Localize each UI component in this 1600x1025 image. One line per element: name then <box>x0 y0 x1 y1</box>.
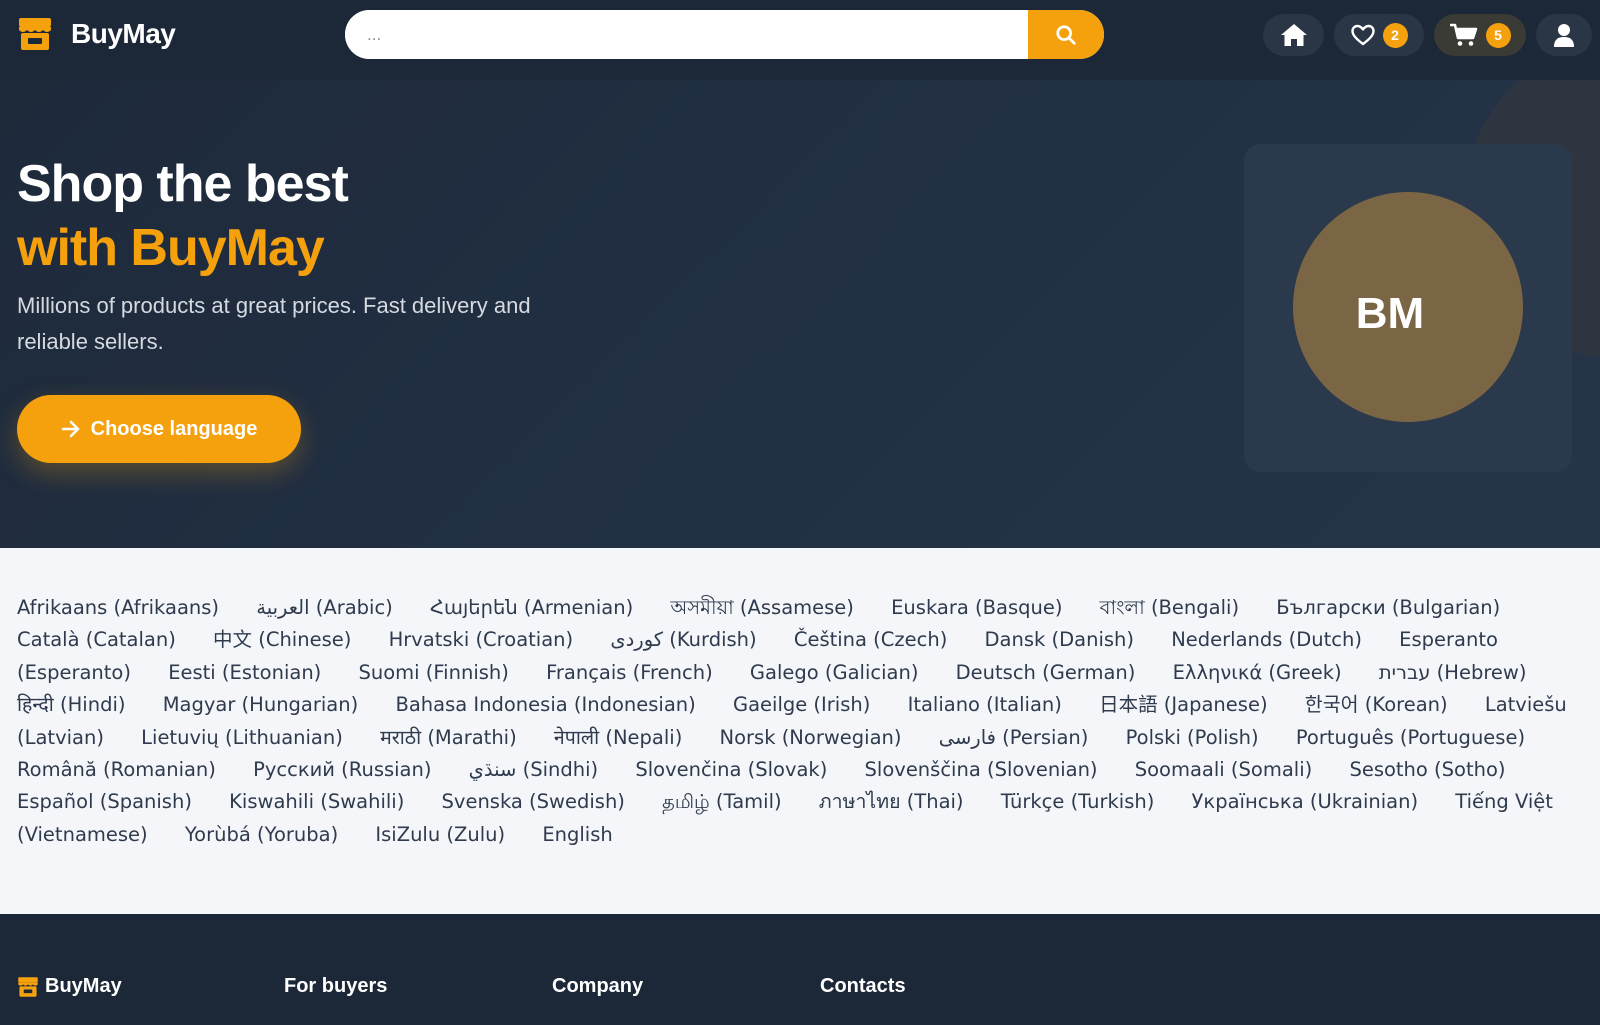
language-link[interactable]: मराठी (Marathi) <box>380 726 517 749</box>
language-link[interactable]: Deutsch (German) <box>956 661 1136 684</box>
language-link[interactable]: தமிழ் (Tamil) <box>662 790 781 813</box>
brand-link[interactable]: BuyMay <box>17 16 176 52</box>
brand-name: BuyMay <box>71 18 176 49</box>
language-link[interactable]: 中文 (Chinese) <box>213 628 351 651</box>
language-link[interactable]: Bahasa Indonesia (Indonesian) <box>395 693 695 716</box>
language-link[interactable]: Yorùbá (Yoruba) <box>185 823 338 846</box>
language-link[interactable]: বাংলা (Bengali) <box>1100 596 1239 619</box>
footer-heading-buyers: For buyers <box>284 975 388 997</box>
language-link[interactable]: English <box>542 823 612 846</box>
language-link[interactable]: Sesotho (Sotho) <box>1349 758 1505 781</box>
heart-icon <box>1350 24 1375 46</box>
language-link[interactable]: Magyar (Hungarian) <box>163 693 359 716</box>
language-section: Afrikaans (Afrikaans) العربية (Arabic) Հ… <box>0 548 1600 914</box>
arrow-right-icon <box>61 420 79 438</box>
store-logo-icon <box>18 976 38 997</box>
logo-initials: BM <box>1355 289 1425 338</box>
language-link[interactable]: Eesti (Estonian) <box>168 661 321 684</box>
search-button[interactable] <box>1028 10 1104 59</box>
language-link[interactable]: Slovenčina (Slovak) <box>635 758 827 781</box>
language-link[interactable]: فارسی (Persian) <box>939 726 1089 749</box>
hero-logo-card: BM <box>1244 144 1572 472</box>
language-link[interactable]: Soomaali (Somali) <box>1135 758 1312 781</box>
language-list: Afrikaans (Afrikaans) العربية (Arabic) Հ… <box>17 592 1583 851</box>
hero-section: Shop the best with BuyMay Millions of pr… <box>0 80 1600 548</box>
header-actions: 2 5 <box>1263 14 1592 56</box>
language-link[interactable]: کوردی (Kurdish) <box>610 628 756 651</box>
search-icon <box>1056 24 1076 45</box>
search-bar <box>345 10 1104 59</box>
language-link[interactable]: עברית (Hebrew) <box>1379 661 1527 684</box>
favorites-button[interactable]: 2 <box>1334 14 1424 56</box>
site-footer: BuyMay For buyers Company Contacts <box>0 914 1600 1025</box>
footer-brand[interactable]: BuyMay <box>17 975 122 998</box>
language-link[interactable]: Slovenščina (Slovenian) <box>865 758 1098 781</box>
language-link[interactable]: Italiano (Italian) <box>908 693 1062 716</box>
store-logo-icon <box>19 18 51 50</box>
language-link[interactable]: Afrikaans (Afrikaans) <box>17 596 219 619</box>
language-link[interactable]: سنڌي (Sindhi) <box>469 758 598 781</box>
language-link[interactable]: Türkçe (Turkish) <box>1001 790 1155 813</box>
language-link[interactable]: Română (Romanian) <box>17 758 216 781</box>
language-link[interactable]: Lietuvių (Lithuanian) <box>141 726 343 749</box>
language-link[interactable]: Հայերեն (Armenian) <box>430 596 633 619</box>
language-link[interactable]: Suomi (Finnish) <box>359 661 509 684</box>
choose-language-button[interactable]: Choose language <box>17 395 301 463</box>
language-link[interactable]: Euskara (Basque) <box>891 596 1062 619</box>
account-button[interactable] <box>1536 14 1592 56</box>
language-link[interactable]: Català (Catalan) <box>17 628 176 651</box>
cart-count-badge: 5 <box>1485 22 1511 48</box>
home-icon <box>1280 24 1307 46</box>
home-button[interactable] <box>1263 14 1324 56</box>
language-link[interactable]: Ελληνικά (Greek) <box>1173 661 1342 684</box>
language-link[interactable]: Nederlands (Dutch) <box>1171 628 1362 651</box>
brand-logo-circle: BM <box>1293 192 1523 422</box>
language-link[interactable]: Български (Bulgarian) <box>1276 596 1500 619</box>
hero-subtitle: Millions of products at great prices. Fa… <box>17 293 531 354</box>
language-link[interactable]: Norsk (Norwegian) <box>720 726 902 749</box>
language-link[interactable]: অসমীয়া (Assamese) <box>670 596 854 619</box>
language-link[interactable]: Galego (Galician) <box>750 661 919 684</box>
language-link[interactable]: Português (Portuguese) <box>1296 726 1525 749</box>
language-link[interactable]: Русский (Russian) <box>253 758 431 781</box>
language-link[interactable]: العربية (Arabic) <box>256 596 393 619</box>
language-link[interactable]: Dansk (Danish) <box>985 628 1134 651</box>
language-link[interactable]: Svenska (Swedish) <box>442 790 625 813</box>
language-link[interactable]: 日本語 (Japanese) <box>1099 693 1267 716</box>
footer-heading-company: Company <box>552 975 644 997</box>
language-link[interactable]: Français (French) <box>546 661 713 684</box>
language-link[interactable]: ภาษาไทย (Thai) <box>819 790 964 813</box>
language-link[interactable]: IsiZulu (Zulu) <box>375 823 505 846</box>
cart-button[interactable]: 5 <box>1434 14 1526 56</box>
footer-heading-contacts: Contacts <box>820 975 906 997</box>
language-link[interactable]: Polski (Polish) <box>1126 726 1259 749</box>
cart-icon <box>1449 23 1477 46</box>
search-input[interactable] <box>345 10 1028 59</box>
language-link[interactable]: Hrvatski (Croatian) <box>389 628 574 651</box>
top-header: BuyMay 2 <box>0 0 1600 80</box>
page: BuyMay 2 <box>0 0 1600 1025</box>
favorites-count-badge: 2 <box>1382 22 1408 48</box>
language-link[interactable]: हिन्दी (Hindi) <box>17 693 126 716</box>
footer-brand-name: BuyMay <box>45 975 122 997</box>
hero-title: Shop the best <box>17 155 349 213</box>
language-link[interactable]: Gaeilge (Irish) <box>733 693 870 716</box>
language-link[interactable]: Kiswahili (Swahili) <box>229 790 404 813</box>
hero-title-accent: with BuyMay <box>17 219 325 277</box>
language-link[interactable]: Українська (Ukrainian) <box>1192 790 1419 813</box>
language-link[interactable]: Español (Spanish) <box>17 790 192 813</box>
language-link[interactable]: Čeština (Czech) <box>794 628 948 651</box>
user-icon <box>1554 24 1574 47</box>
language-link[interactable]: नेपाली (Nepali) <box>554 726 682 749</box>
choose-language-label: Choose language <box>90 417 258 440</box>
language-link[interactable]: 한국어 (Korean) <box>1305 693 1448 716</box>
